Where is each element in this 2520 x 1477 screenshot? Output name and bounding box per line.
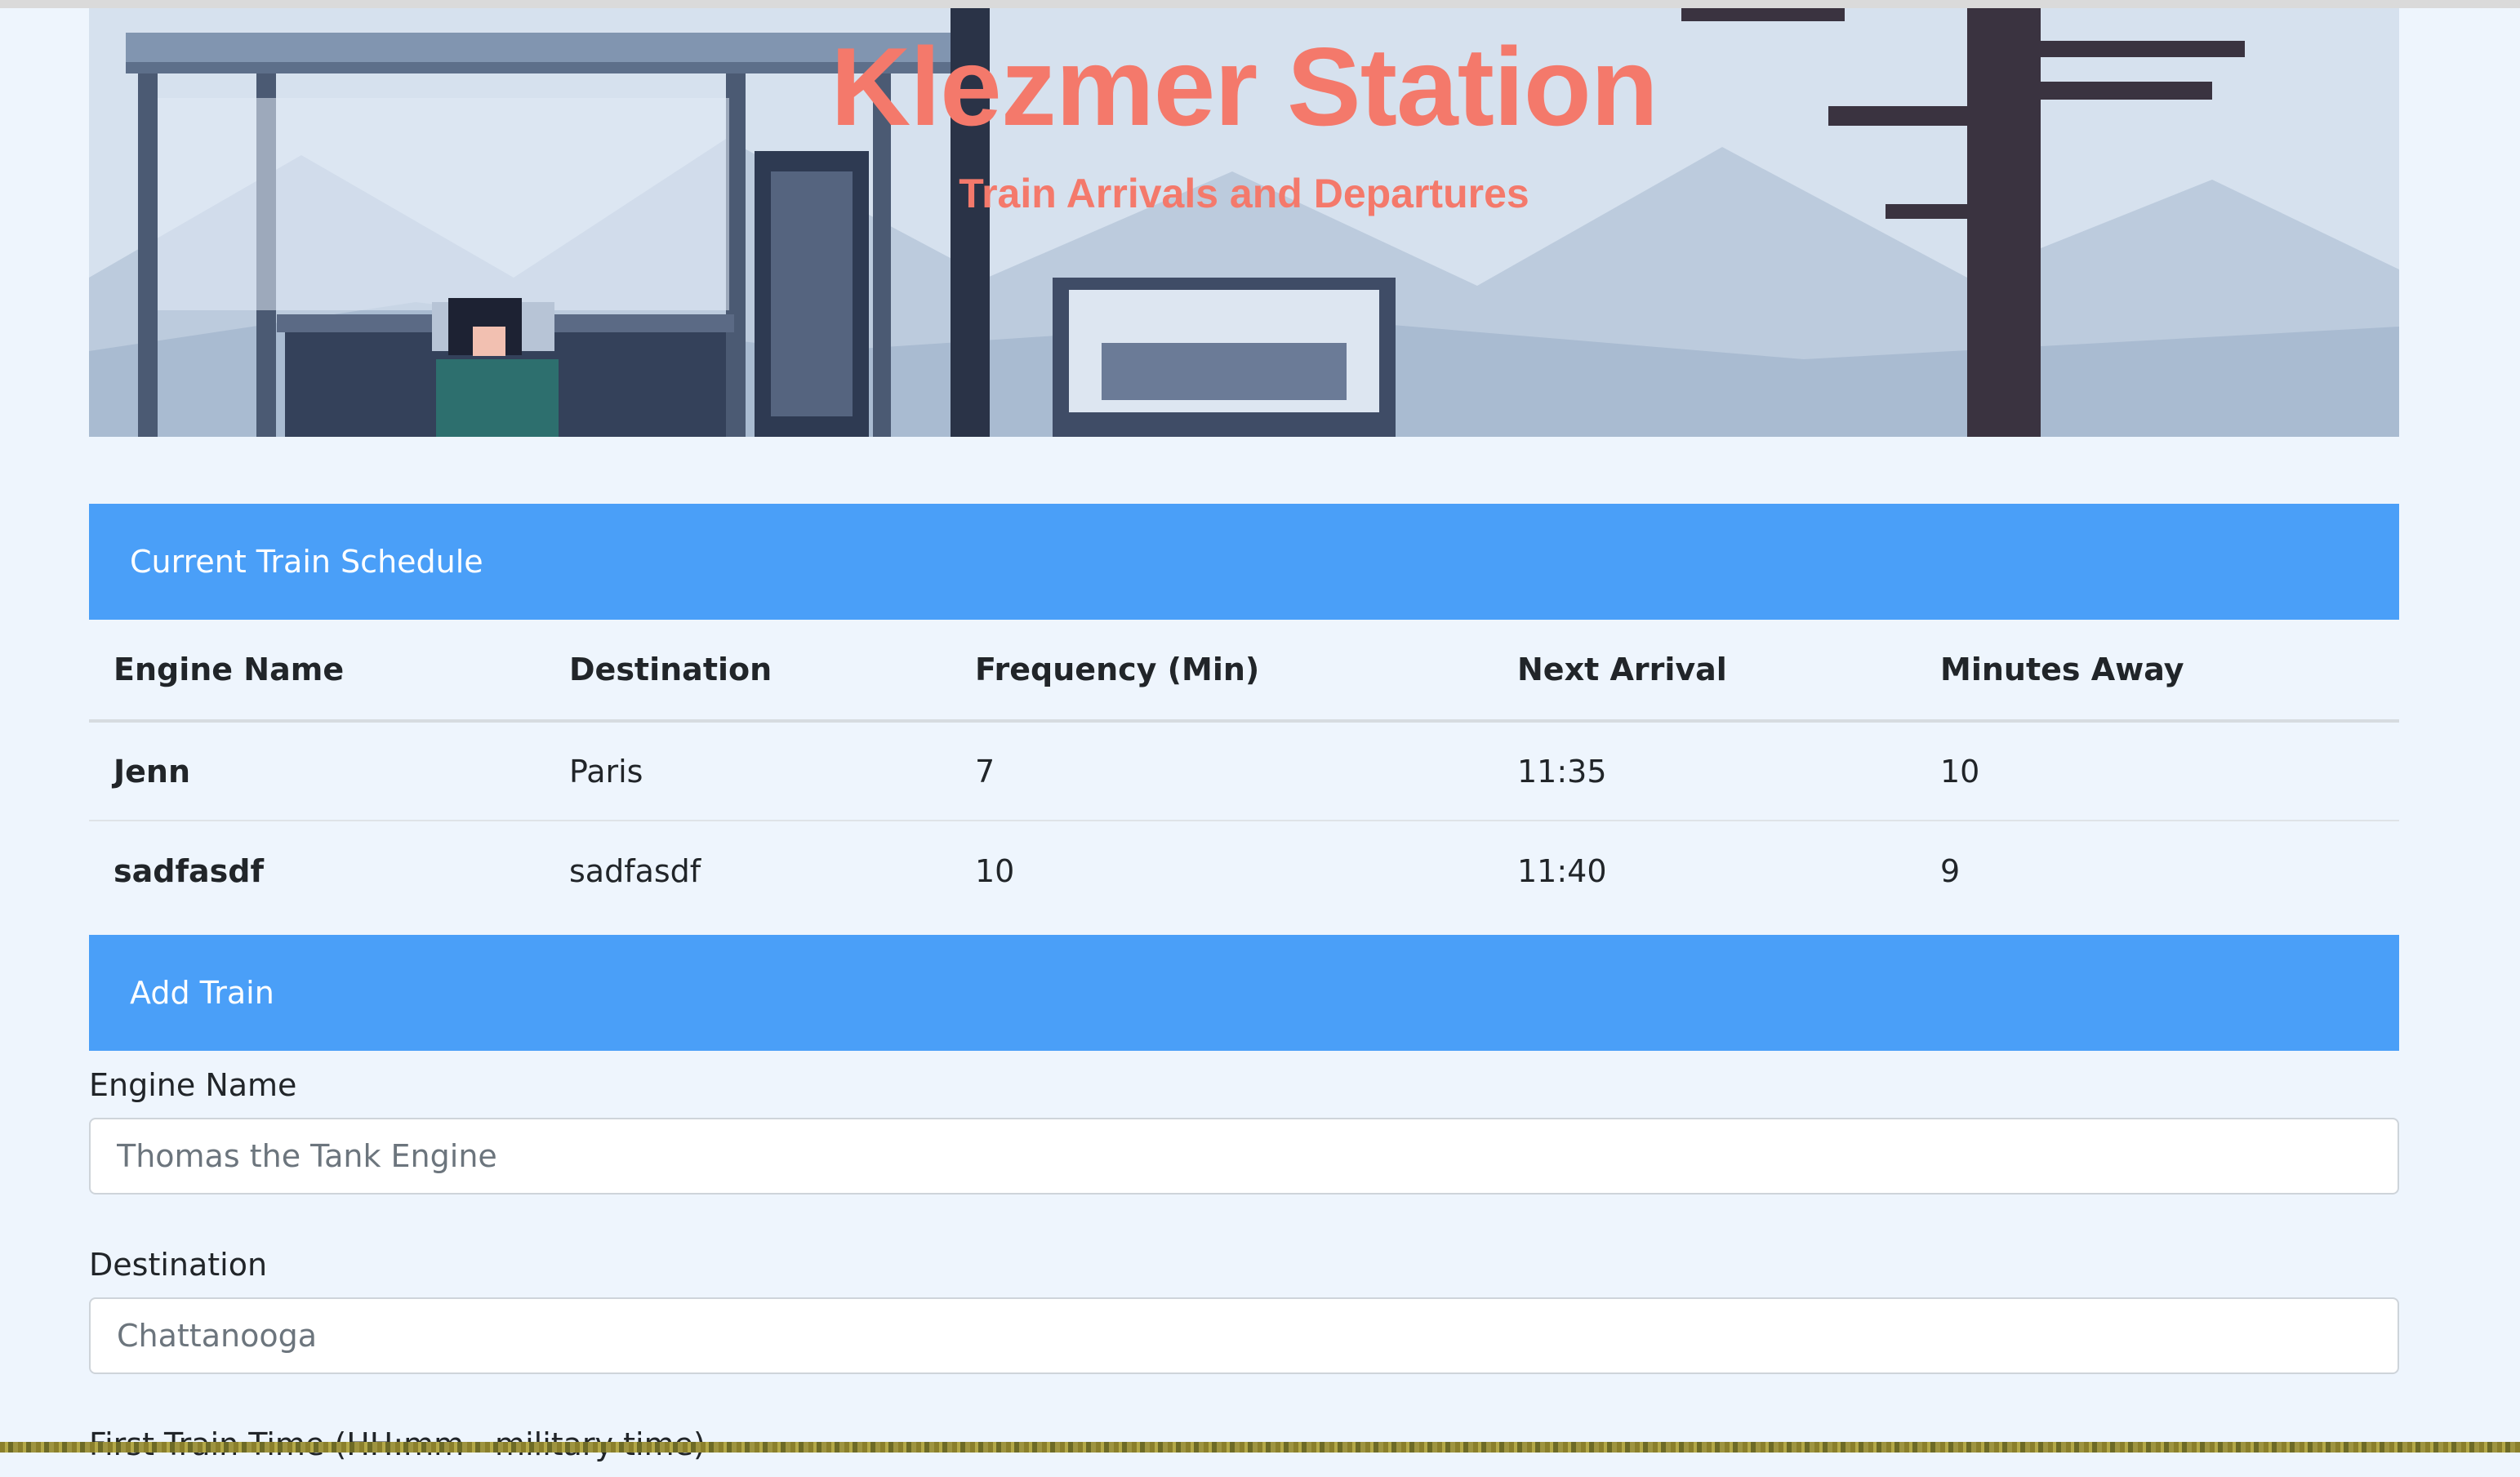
engine-name-input[interactable] (89, 1118, 2399, 1195)
engine-name-group: Engine Name (89, 1051, 2399, 1195)
add-train-card-header: Add Train (89, 935, 2399, 1051)
destination-input[interactable] (89, 1297, 2399, 1374)
cell-minutes-away: 10 (1916, 721, 2399, 821)
column-header-frequency: Frequency (Min) (951, 620, 1493, 723)
desktop-background-strip (0, 1442, 2520, 1453)
header-banner: Klezmer Station Train Arrivals and Depar… (89, 8, 2399, 437)
cell-engine-name: Jenn (89, 721, 545, 821)
site-title: Klezmer Station (830, 24, 1658, 149)
table-row: sadfasdf sadfasdf 10 11:40 9 (89, 821, 2399, 920)
cell-frequency: 7 (951, 721, 1493, 821)
cell-engine-name: sadfasdf (114, 852, 264, 889)
site-subtitle: Train Arrivals and Departures (959, 171, 1529, 216)
cell-destination: sadfasdf (569, 852, 701, 889)
cell-next-arrival: 11:35 (1493, 721, 1916, 821)
column-header-destination: Destination (545, 620, 951, 723)
cell-destination: Paris (545, 721, 951, 821)
engine-name-label: Engine Name (89, 1067, 297, 1103)
page-container: Klezmer Station Train Arrivals and Depar… (89, 8, 2399, 1477)
table-header-row: Engine Name Destination Frequency (Min) … (89, 620, 2399, 723)
table-row: Jenn Paris 7 11:35 10 (89, 721, 2399, 821)
cell-minutes-away: 9 (1940, 852, 1961, 889)
browser-top-edge (0, 0, 2520, 8)
cell-next-arrival: 11:40 (1517, 852, 1607, 889)
schedule-table: Engine Name Destination Frequency (Min) … (89, 620, 2399, 920)
schedule-card-header: Current Train Schedule (89, 504, 2399, 620)
column-header-minutes-away: Minutes Away (1916, 620, 2399, 723)
column-header-engine-name: Engine Name (89, 620, 545, 723)
column-header-next-arrival: Next Arrival (1493, 620, 1916, 723)
add-train-card: Add Train Engine Name Destination First … (89, 935, 2399, 1477)
destination-label: Destination (89, 1247, 268, 1283)
schedule-card: Current Train Schedule Engine Name Desti… (89, 504, 2399, 920)
destination-group: Destination (89, 1230, 2399, 1374)
cell-frequency: 10 (975, 852, 1015, 889)
